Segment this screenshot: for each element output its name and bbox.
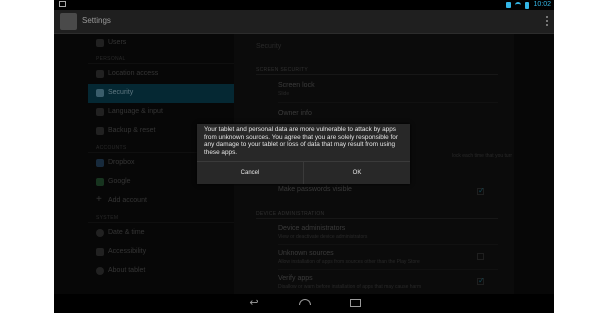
cancel-button[interactable]: Cancel: [197, 162, 303, 184]
battery-saver-icon: [506, 2, 512, 8]
back-icon[interactable]: ↩: [246, 298, 262, 309]
home-icon[interactable]: [299, 299, 311, 305]
status-bar: 10:02: [54, 0, 554, 10]
dialog-message: Your tablet and personal data are more v…: [204, 126, 398, 156]
clock-time: 10:02: [533, 1, 551, 8]
app-title: Settings: [82, 16, 111, 25]
unknown-sources-dialog: Your tablet and personal data are more v…: [197, 124, 410, 184]
overflow-menu-icon[interactable]: [546, 16, 548, 26]
tablet-screen: 10:02 Settings Users PERSONAL Location a…: [54, 0, 554, 313]
notification-icon: [59, 1, 66, 7]
recent-apps-icon[interactable]: [350, 299, 361, 307]
wifi-icon: [515, 1, 522, 9]
system-nav-bar: ↩: [54, 294, 554, 313]
settings-app-icon[interactable]: [60, 13, 77, 30]
action-bar: Settings: [54, 10, 554, 34]
ok-button[interactable]: OK: [304, 162, 410, 184]
battery-icon: [525, 1, 530, 9]
